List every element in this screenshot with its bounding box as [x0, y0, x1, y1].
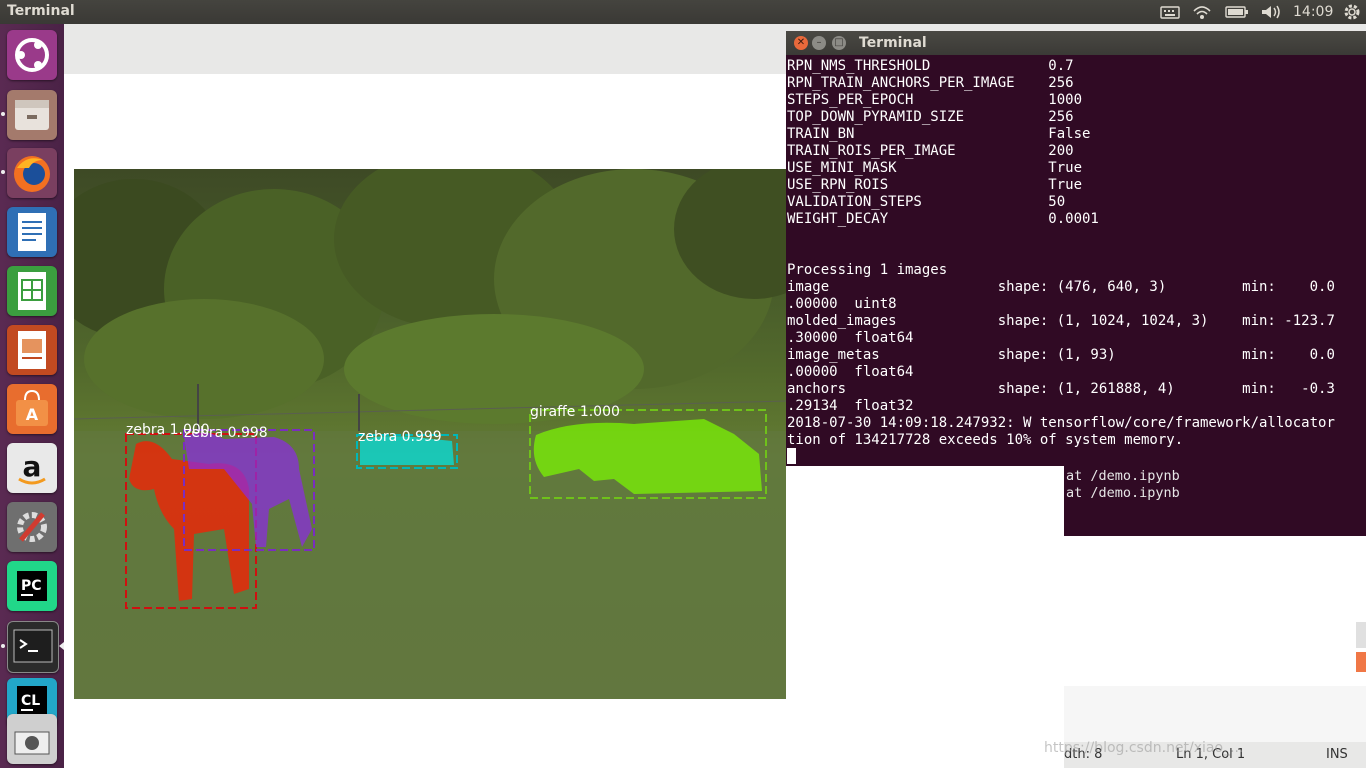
software-center-icon[interactable]: A — [7, 384, 57, 434]
volume-icon[interactable] — [1260, 3, 1282, 21]
terminal-title: Terminal — [859, 35, 927, 51]
calc-icon[interactable] — [7, 266, 57, 316]
editor-area — [1064, 536, 1366, 686]
app-title: Terminal — [7, 3, 75, 19]
terminal-output[interactable]: RPN_NMS_THRESHOLD 0.7 RPN_TRAIN_ANCHORS_… — [786, 55, 1366, 466]
terminal-line: RPN_NMS_THRESHOLD 0.7 — [787, 58, 1074, 74]
insert-mode-status: INS — [1326, 747, 1348, 762]
terminal-window[interactable]: ✕ – □ Terminal RPN_NMS_THRESHOLD 0.7 RPN… — [786, 31, 1366, 466]
impress-icon[interactable] — [7, 325, 57, 375]
terminal-line: .30000 float64 — [787, 330, 914, 346]
writer-icon[interactable] — [7, 207, 57, 257]
close-button[interactable]: ✕ — [794, 36, 808, 50]
svg-text:a: a — [23, 450, 42, 483]
terminal-line: STEPS_PER_EPOCH 1000 — [787, 92, 1083, 108]
files-icon[interactable] — [7, 90, 57, 140]
top-panel: Terminal 14:09 — [0, 0, 1366, 24]
running-indicator — [1, 112, 5, 116]
terminal-line: USE_MINI_MASK True — [787, 160, 1083, 176]
background-terminal-line: at /demo.ipynb — [1066, 485, 1180, 501]
terminal-titlebar[interactable]: ✕ – □ Terminal — [786, 31, 1366, 55]
running-indicator — [1, 170, 5, 174]
terminal-line: .29134 float32 — [787, 398, 914, 414]
wifi-icon[interactable] — [1192, 3, 1212, 21]
background-terminal-line: at /demo.ipynb — [1066, 468, 1180, 484]
screenshot-tool-icon[interactable] — [7, 714, 57, 764]
terminal-line: anchors shape: (1, 261888, 4) min: -0.3 — [787, 381, 1335, 397]
watermark: https://blog.csdn.net/xiao_... — [1044, 740, 1244, 756]
terminal-cursor — [787, 448, 796, 464]
terminal-line: USE_RPN_ROIS True — [787, 177, 1083, 193]
terminal-line: WEIGHT_DECAY 0.0001 — [787, 211, 1099, 227]
detection-result-image: zebra 1.000 zebra 0.998 zebra 0.999 gira… — [74, 169, 786, 699]
running-indicator — [1, 644, 5, 648]
svg-text:PC: PC — [21, 578, 42, 594]
ubuntu-dash-icon[interactable] — [7, 30, 57, 80]
terminal-line: TRAIN_BN False — [787, 126, 1091, 142]
system-settings-icon[interactable] — [7, 502, 57, 552]
battery-icon[interactable] — [1225, 3, 1249, 21]
terminal-icon[interactable] — [7, 621, 59, 673]
terminal-line: molded_images shape: (1, 1024, 1024, 3) … — [787, 313, 1335, 329]
terminal-line: .00000 uint8 — [787, 296, 897, 312]
firefox-icon[interactable] — [7, 148, 57, 198]
scrollbar-thumb[interactable] — [1356, 622, 1366, 648]
clock[interactable]: 14:09 — [1293, 4, 1333, 20]
terminal-line: VALIDATION_STEPS 50 — [787, 194, 1066, 210]
scrollbar-marker — [1356, 652, 1366, 672]
terminal-line: image shape: (476, 640, 3) min: 0.0 — [787, 279, 1335, 295]
detection-label: giraffe 1.000 — [530, 404, 620, 420]
maximize-button[interactable]: □ — [832, 36, 846, 50]
detection-label: zebra 0.998 — [184, 425, 268, 441]
terminal-line: 2018-07-30 14:09:18.247932: W tensorflow… — [787, 415, 1335, 431]
terminal-line: Processing 1 images — [787, 262, 948, 278]
svg-text:A: A — [26, 405, 39, 424]
detection-label: zebra 0.999 — [358, 429, 442, 445]
terminal-line: RPN_TRAIN_ANCHORS_PER_IMAGE 256 — [787, 75, 1074, 91]
minimize-button[interactable]: – — [812, 36, 826, 50]
terminal-line: tion of 134217728 exceeds 10% of system … — [787, 432, 1184, 448]
keyboard-icon[interactable] — [1160, 3, 1180, 21]
terminal-line: TOP_DOWN_PYRAMID_SIZE 256 — [787, 109, 1074, 125]
terminal-line: image_metas shape: (1, 93) min: 0.0 — [787, 347, 1335, 363]
pycharm-icon[interactable]: PC — [7, 561, 57, 611]
launcher: A a PC CL — [0, 24, 64, 768]
svg-text:CL: CL — [21, 693, 40, 709]
terminal-line: TRAIN_ROIS_PER_IMAGE 200 — [787, 143, 1074, 159]
amazon-icon[interactable]: a — [7, 443, 57, 493]
settings-icon[interactable] — [1343, 3, 1361, 21]
terminal-line: .00000 float64 — [787, 364, 914, 380]
